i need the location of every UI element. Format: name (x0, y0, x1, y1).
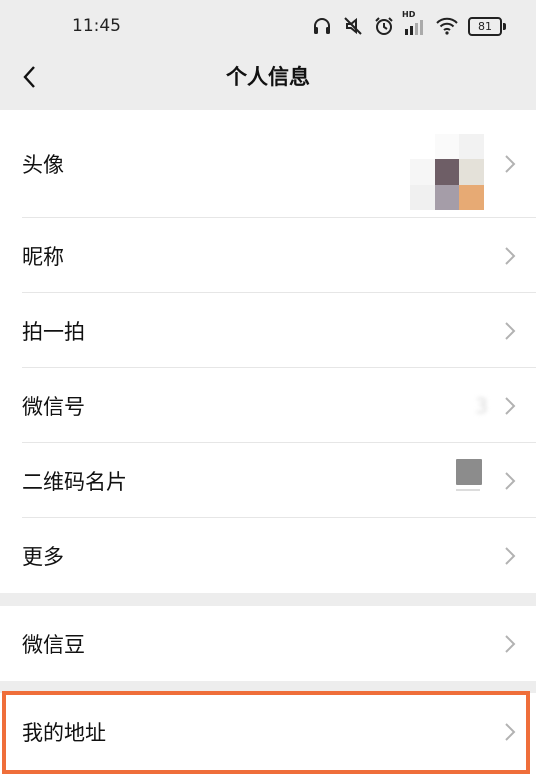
hd-label: HD (402, 10, 416, 19)
row-qr-code-label: 二维码名片 (22, 469, 127, 494)
battery-icon: 81 (468, 16, 506, 36)
mute-icon (344, 17, 362, 35)
row-wechat-id-label: 微信号 (22, 394, 85, 419)
row-my-address-label: 我的地址 (22, 721, 106, 745)
wechat-id-value: 3 (475, 393, 488, 418)
nav-bar: 个人信息 (0, 52, 536, 102)
status-time: 11:45 (72, 16, 121, 36)
row-nickname[interactable]: 昵称 (0, 218, 536, 293)
row-nickname-label: 昵称 (22, 244, 64, 269)
avatar (410, 134, 484, 210)
headphones-icon (314, 18, 330, 34)
row-wechat-id[interactable]: 微信号 3 (0, 368, 536, 443)
chevron-right-icon (505, 723, 516, 741)
address-group: 我的地址 (0, 693, 536, 782)
chevron-right-icon (505, 155, 516, 173)
row-wechat-beans[interactable]: 微信豆 (0, 606, 536, 681)
row-avatar[interactable]: 头像 (0, 110, 536, 218)
status-icons: HD 81 (312, 10, 506, 36)
row-pat-label: 拍一拍 (22, 319, 85, 344)
row-my-address[interactable]: 我的地址 (0, 693, 536, 771)
row-more[interactable]: 更多 (0, 518, 536, 593)
chevron-left-icon (23, 66, 35, 88)
row-more-label: 更多 (22, 544, 64, 569)
back-button[interactable] (14, 62, 44, 92)
alarm-icon (375, 17, 393, 35)
chevron-right-icon (505, 396, 516, 415)
chevron-right-icon (505, 634, 516, 653)
qr-code-icon (456, 459, 484, 499)
status-bar: 11:45 HD 81 (0, 0, 536, 52)
page-title: 个人信息 (226, 65, 310, 89)
profile-group: 头像 昵称 拍一拍 微信号 3 二维码名片 更多 (0, 110, 536, 593)
row-pat[interactable]: 拍一拍 (0, 293, 536, 368)
wifi-icon (436, 17, 458, 35)
signal-icon: HD (402, 10, 426, 35)
battery-level: 81 (468, 16, 502, 36)
chevron-right-icon (505, 546, 516, 565)
chevron-right-icon (505, 471, 516, 490)
row-avatar-label: 头像 (22, 153, 64, 177)
row-wechat-beans-label: 微信豆 (22, 632, 85, 657)
chevron-right-icon (505, 321, 516, 340)
beans-group: 微信豆 (0, 606, 536, 681)
chevron-right-icon (505, 246, 516, 265)
row-qr-code[interactable]: 二维码名片 (0, 443, 536, 518)
